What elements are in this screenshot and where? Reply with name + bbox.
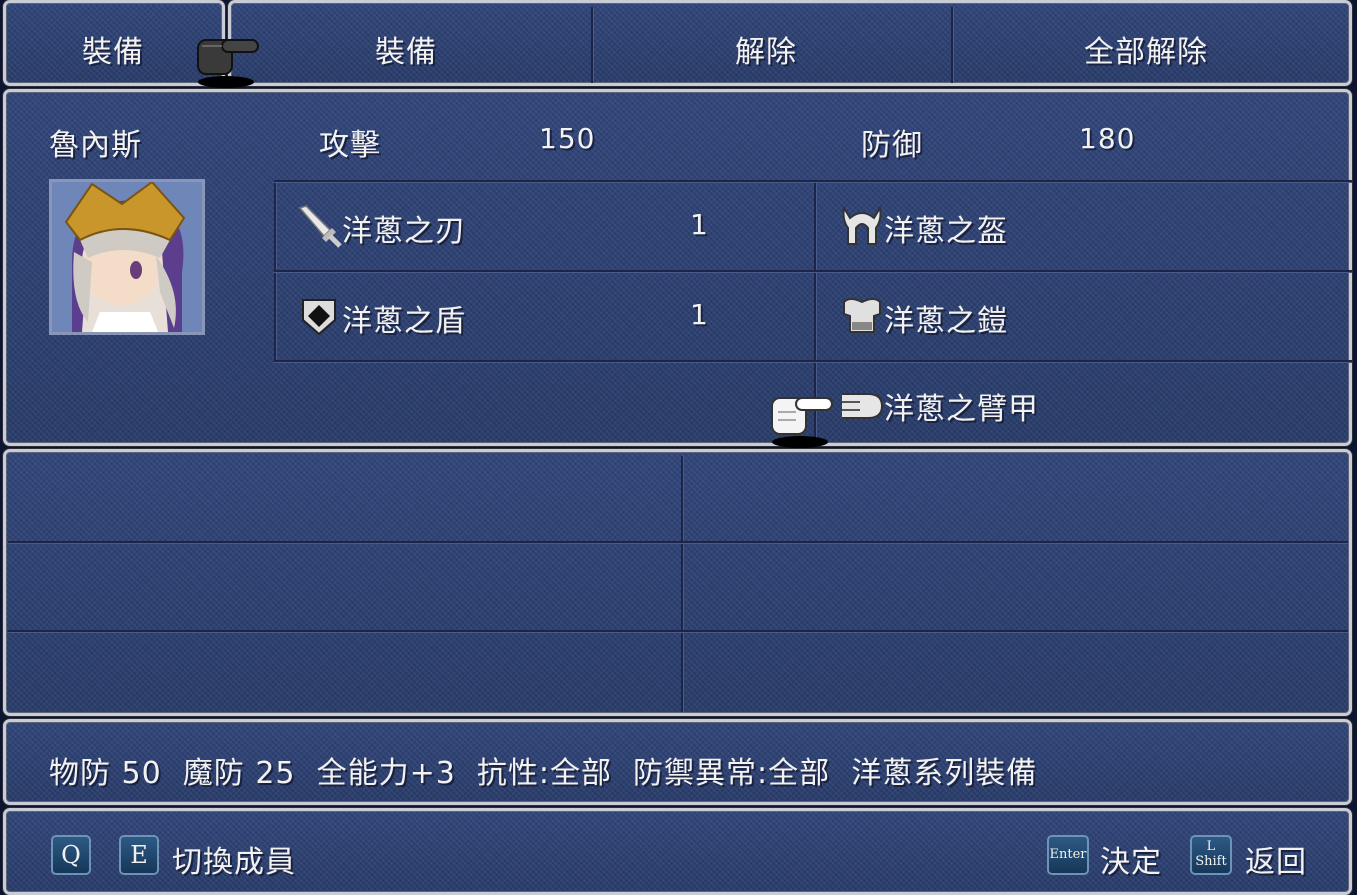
lshift-key-top: L <box>1206 839 1216 854</box>
menu-title: 裝備 <box>82 35 144 70</box>
gauntlet-icon <box>842 393 884 419</box>
body-slot[interactable]: 洋蔥之鎧 <box>818 272 1348 360</box>
inventory-panel <box>3 449 1352 716</box>
shield-icon <box>302 299 336 336</box>
head-name: 洋蔥之盔 <box>884 214 1008 249</box>
equip-command-button[interactable]: 裝備 <box>375 27 437 71</box>
defense-label: 防御 <box>861 128 923 163</box>
attack-value: 150 <box>539 122 596 155</box>
remove-all-command-button[interactable]: 全部解除 <box>1084 27 1208 71</box>
inventory-slot[interactable] <box>6 452 680 540</box>
inventory-slot[interactable] <box>6 543 680 629</box>
weapon-quantity: 1 <box>690 208 709 241</box>
attack-label: 攻擊 <box>319 128 381 163</box>
arms-name: 洋蔥之臂甲 <box>884 392 1039 427</box>
sword-icon <box>298 205 342 248</box>
shield-name: 洋蔥之盾 <box>342 304 466 339</box>
defense-value: 180 <box>1079 122 1136 155</box>
switch-member-label: 切換成員 <box>172 845 296 880</box>
head-slot[interactable]: 洋蔥之盔 <box>818 182 1348 270</box>
lshift-key-button[interactable]: L Shift <box>1190 835 1232 875</box>
inventory-slot[interactable] <box>684 452 1348 540</box>
character-name: 魯內斯 <box>49 128 142 163</box>
command-bar: 裝備 解除 全部解除 <box>228 0 1352 86</box>
body-name: 洋蔥之鎧 <box>884 304 1008 339</box>
e-key-button[interactable]: E <box>119 835 159 875</box>
inventory-slot[interactable] <box>684 543 1348 629</box>
pointer-cursor-icon <box>770 392 836 454</box>
confirm-label: 決定 <box>1100 845 1162 880</box>
helmet-icon <box>842 206 882 245</box>
description-panel: 物防 50 魔防 25 全能力+3 抗性:全部 防禦異常:全部 洋蔥系列裝備 <box>3 719 1352 805</box>
item-description: 物防 50 魔防 25 全能力+3 抗性:全部 防禦異常:全部 洋蔥系列裝備 <box>49 756 1038 791</box>
controls-panel: Q E 切換成員 Enter 決定 L Shift 返回 <box>3 808 1352 895</box>
menu-title-panel: 裝備 <box>3 0 225 86</box>
weapon-slot[interactable]: 洋蔥之刃 1 <box>278 182 816 270</box>
q-key-button[interactable]: Q <box>51 835 91 875</box>
shield-quantity: 1 <box>690 298 709 331</box>
enter-key-button[interactable]: Enter <box>1047 835 1089 875</box>
inactive-pointer-cursor-icon <box>196 32 262 94</box>
weapon-name: 洋蔥之刃 <box>342 214 466 249</box>
shield-slot[interactable]: 洋蔥之盾 1 <box>278 272 816 360</box>
remove-command-button[interactable]: 解除 <box>735 27 797 71</box>
character-panel: 魯內斯 攻擊 150 防御 180 洋蔥之刃 1 洋蔥之盾 1 洋蔥之盔 洋蔥之… <box>3 89 1352 446</box>
arms-slot[interactable]: 洋蔥之臂甲 <box>818 362 1348 446</box>
armor-icon <box>843 298 881 333</box>
inventory-slot[interactable] <box>684 632 1348 712</box>
character-portrait <box>49 179 205 335</box>
back-label: 返回 <box>1245 845 1307 880</box>
lshift-key-bottom: Shift <box>1195 854 1227 869</box>
inventory-slot[interactable] <box>6 632 680 712</box>
